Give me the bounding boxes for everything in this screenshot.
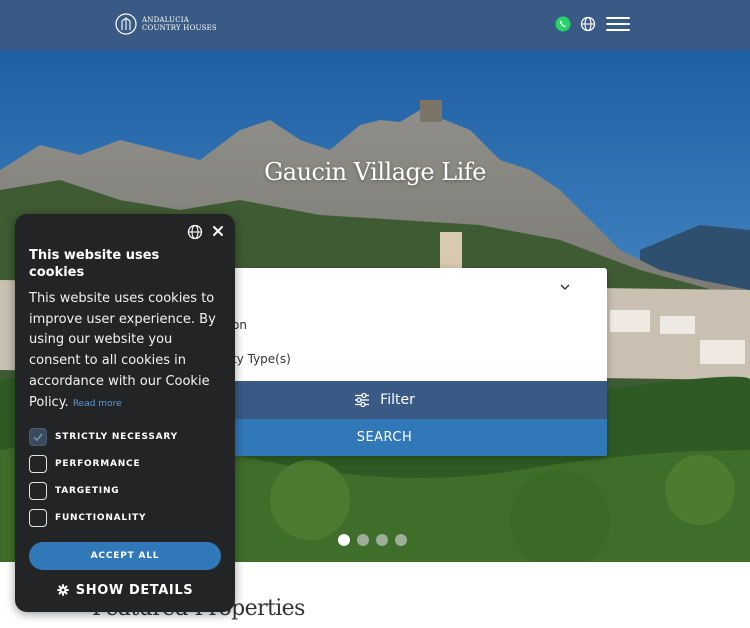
- site-header: ANDALUCIA COUNTRY HOUSES: [0, 0, 750, 50]
- functionality-label: FUNCTIONALITY: [55, 513, 147, 523]
- slider-dot-3[interactable]: [376, 534, 388, 546]
- cookie-body: This website uses cookies to improve use…: [29, 289, 225, 414]
- hero-title: Gaucin Village Life: [264, 158, 486, 186]
- cookie-consent-panel: This website uses cookies This website u…: [15, 214, 235, 612]
- functionality-checkbox[interactable]: [29, 509, 47, 527]
- cookie-option-performance[interactable]: PERFORMANCE: [29, 455, 140, 473]
- gear-icon: [57, 584, 69, 596]
- accept-all-button[interactable]: ACCEPT ALL: [29, 542, 221, 570]
- performance-checkbox[interactable]: [29, 455, 47, 473]
- slider-dot-2[interactable]: [357, 534, 369, 546]
- property-type-field[interactable]: ty Type(s): [232, 352, 291, 366]
- targeting-label: TARGETING: [55, 486, 120, 496]
- check-icon: [33, 433, 43, 442]
- search-button-label: SEARCH: [356, 430, 413, 445]
- cookie-option-strictly-necessary[interactable]: STRICTLY NECESSARY: [29, 428, 178, 446]
- chevron-down-icon: [560, 284, 570, 290]
- slider-dot-1[interactable]: [338, 534, 350, 546]
- slider-dot-4[interactable]: [395, 534, 407, 546]
- strictly-necessary-checkbox[interactable]: [29, 428, 47, 446]
- sliders-icon: [355, 392, 370, 408]
- strictly-necessary-label: STRICTLY NECESSARY: [55, 432, 178, 442]
- logo-emblem-icon: [115, 13, 137, 35]
- logo-text: ANDALUCIA COUNTRY HOUSES: [142, 16, 217, 32]
- slider-dots: [338, 534, 407, 546]
- accept-all-label: ACCEPT ALL: [90, 551, 160, 561]
- logo-line-2: COUNTRY HOUSES: [142, 24, 217, 32]
- site-logo[interactable]: ANDALUCIA COUNTRY HOUSES: [115, 12, 217, 36]
- targeting-checkbox[interactable]: [29, 482, 47, 500]
- close-icon[interactable]: [210, 223, 226, 239]
- globe-icon[interactable]: [580, 16, 596, 32]
- show-details-button[interactable]: SHOW DETAILS: [29, 580, 221, 600]
- cookie-option-targeting[interactable]: TARGETING: [29, 482, 119, 500]
- language-globe-icon[interactable]: [187, 224, 203, 240]
- logo-line-1: ANDALUCIA: [142, 16, 189, 24]
- cookie-title: This website uses cookies: [29, 248, 160, 280]
- hamburger-menu-icon[interactable]: [606, 16, 630, 32]
- filter-button-label: Filter: [380, 392, 415, 408]
- cookie-option-functionality[interactable]: FUNCTIONALITY: [29, 509, 146, 527]
- performance-label: PERFORMANCE: [55, 459, 141, 469]
- cookie-body-text: This website uses cookies to improve use…: [29, 291, 216, 410]
- read-more-link[interactable]: Read more: [73, 399, 122, 409]
- whatsapp-icon[interactable]: [555, 16, 571, 32]
- show-details-label: SHOW DETAILS: [75, 582, 194, 598]
